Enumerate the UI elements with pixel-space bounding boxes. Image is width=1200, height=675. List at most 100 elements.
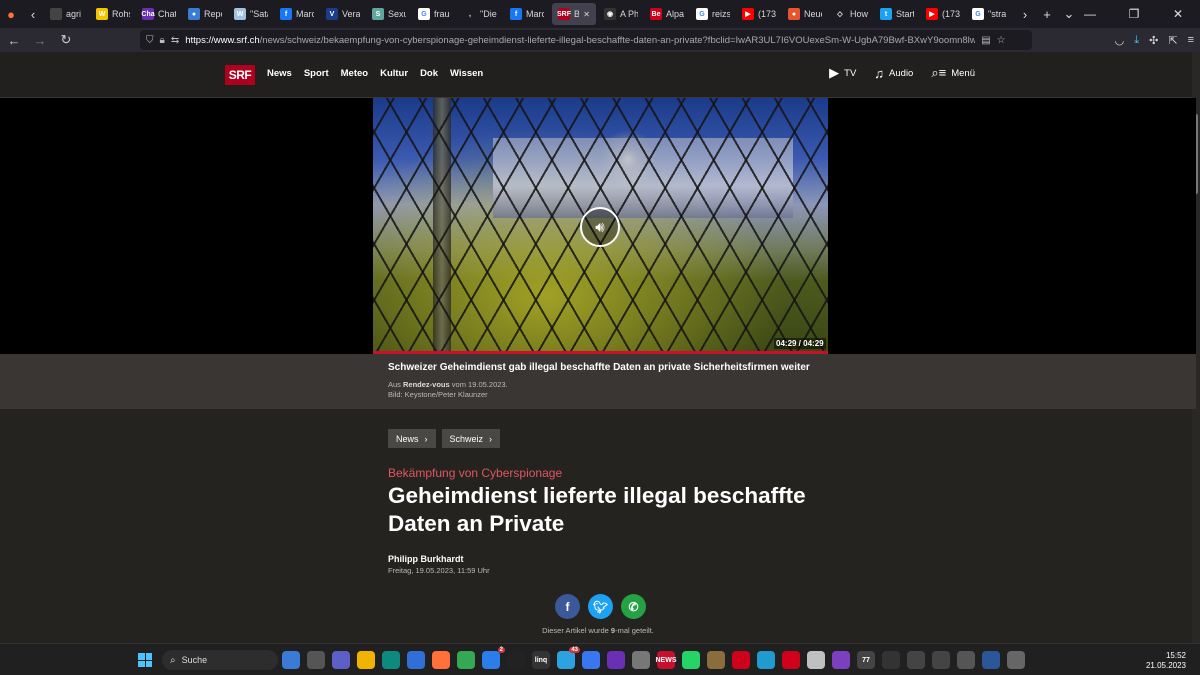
facebook-share-icon[interactable]: f xyxy=(555,594,580,619)
restore-icon[interactable]: ❐ xyxy=(1112,7,1156,21)
terminal-icon[interactable] xyxy=(882,651,900,669)
browser-tab[interactable]: W Rohst xyxy=(90,0,136,28)
unmute-icon[interactable]: 🔊︎ xyxy=(580,207,620,247)
browser-tab[interactable]: SRFBe✕ xyxy=(552,3,596,25)
browser-tab[interactable]: V Vera F xyxy=(320,0,366,28)
tab-scroll-right-icon[interactable]: › xyxy=(1014,7,1036,22)
url-bar[interactable]: ⛉ 🔒︎ ⇆ https://www.srf.ch/news/schweiz/b… xyxy=(140,30,1032,50)
tab-favicon-icon: ◉ xyxy=(604,8,616,20)
close-tab-icon[interactable]: ✕ xyxy=(583,10,590,19)
browser-tab[interactable]: f Marc xyxy=(274,0,320,28)
tab-scroll-left-icon[interactable]: ‹ xyxy=(22,7,44,22)
task-view-icon[interactable] xyxy=(307,651,325,669)
browser-tab[interactable]: Greizst xyxy=(690,0,736,28)
forward-icon[interactable]: → xyxy=(28,33,52,48)
library-icon[interactable] xyxy=(707,651,725,669)
reader-view-icon[interactable]: ▤ xyxy=(981,35,990,46)
app-s-icon[interactable] xyxy=(807,651,825,669)
new-tab-icon[interactable]: + xyxy=(1036,7,1058,22)
srf-logo[interactable]: SRF xyxy=(225,65,255,85)
browser-tab[interactable]: ▶ (1739) xyxy=(736,0,782,28)
whatsapp-icon[interactable] xyxy=(682,651,700,669)
browser-tab[interactable]: Be Alpan xyxy=(644,0,690,28)
linux1-icon[interactable] xyxy=(907,651,925,669)
close-window-icon[interactable]: ✕ xyxy=(1156,7,1200,21)
url-text[interactable]: https://www.srf.ch/news/schweiz/bekaempf… xyxy=(185,35,975,46)
browser-tab[interactable]: W "Satar xyxy=(228,0,274,28)
twitter-share-icon[interactable]: 🐦︎ xyxy=(588,594,613,619)
edge-icon[interactable] xyxy=(382,651,400,669)
app-violet-icon[interactable] xyxy=(832,651,850,669)
caption-source-show[interactable]: Rendez-vous xyxy=(403,380,450,389)
app-gray-icon[interactable] xyxy=(632,651,650,669)
telegram-icon[interactable]: 43 xyxy=(557,647,580,669)
app-active-icon[interactable] xyxy=(1007,651,1025,669)
chrome-icon[interactable] xyxy=(457,651,475,669)
browser-tab[interactable]: Gfrau a xyxy=(412,0,458,28)
bookmark-star-icon[interactable]: ☆ xyxy=(997,35,1006,46)
taskbar-search[interactable]: ⌕ Suche xyxy=(162,650,278,670)
app-menu-icon[interactable]: ≡ xyxy=(1188,34,1194,46)
firefox-icon[interactable] xyxy=(432,651,450,669)
back-icon[interactable]: ← xyxy=(2,33,26,48)
file-explorer-icon[interactable] xyxy=(357,651,375,669)
browser-tab[interactable]: ◉ A Pho xyxy=(598,0,644,28)
pocket-icon[interactable]: ◡ xyxy=(1115,34,1125,47)
nav-item-meteo[interactable]: Meteo xyxy=(341,68,368,79)
app-77-icon[interactable]: 77 xyxy=(857,651,875,669)
nav-item-news[interactable]: News xyxy=(267,68,292,79)
breadcrumb-item-news[interactable]: News › xyxy=(388,429,436,448)
browser-tab[interactable]: ● Repor xyxy=(182,0,228,28)
permissions-icon[interactable]: ⇆ xyxy=(171,35,179,46)
firefox-icon[interactable]: ● xyxy=(0,7,22,22)
browser-tab[interactable]: ChaChati xyxy=(136,0,182,28)
browser-tab[interactable]: S Sexua xyxy=(366,0,412,28)
app-teal-icon[interactable] xyxy=(757,651,775,669)
shield-icon[interactable]: ⛉ xyxy=(146,35,154,46)
taskbar-clock[interactable]: 15:52 21.05.2023 xyxy=(1146,651,1186,671)
tab-favicon-icon: ▶ xyxy=(742,8,754,20)
browser-tab[interactable]: ● Neues xyxy=(782,0,828,28)
app-purple-icon[interactable] xyxy=(607,651,625,669)
widgets-icon[interactable] xyxy=(282,651,300,669)
signal-icon[interactable] xyxy=(582,651,600,669)
app-red-icon[interactable] xyxy=(507,651,525,669)
nav-item-kultur[interactable]: Kultur xyxy=(380,68,408,79)
nav-item-sport[interactable]: Sport xyxy=(304,68,329,79)
browser-tab[interactable]: , "Die Frau xyxy=(458,0,504,28)
tab-favicon-icon: SRF xyxy=(557,8,571,20)
browser-tab[interactable]: ▶ (1739) xyxy=(920,0,966,28)
browser-tab[interactable]: t Starts xyxy=(874,0,920,28)
share-icon[interactable]: ⇱ xyxy=(1168,34,1177,47)
browser-tab[interactable]: G "strate xyxy=(966,0,1012,28)
breadcrumb-item-schweiz[interactable]: Schweiz › xyxy=(441,429,501,448)
mail-icon[interactable]: 2 xyxy=(482,647,505,669)
share-count-suffix: -mal geteilt. xyxy=(615,626,654,635)
app-c-icon[interactable] xyxy=(782,651,800,669)
browser-tab[interactable]: ◇ How t xyxy=(828,0,874,28)
menu-button[interactable]: ⌕≡ Menü xyxy=(931,65,975,81)
browser-tab[interactable]: agri xyxy=(44,0,90,28)
tv-link[interactable]: ▶︎ TV xyxy=(829,65,856,81)
windows-start-icon[interactable] xyxy=(138,653,152,667)
app-tool-icon[interactable] xyxy=(957,651,975,669)
extensions-icon[interactable]: ✣ xyxy=(1149,34,1158,47)
audio-link[interactable]: ♫ Audio xyxy=(874,66,913,81)
lock-icon[interactable]: 🔒︎ xyxy=(160,35,165,46)
store-icon[interactable] xyxy=(407,651,425,669)
linq-icon[interactable]: linq xyxy=(532,651,550,669)
teams-icon[interactable] xyxy=(332,651,350,669)
reload-icon[interactable]: ↻ xyxy=(54,32,78,48)
minimize-icon[interactable]: — xyxy=(1068,7,1112,21)
tab-favicon-icon: f xyxy=(280,8,292,20)
word-icon[interactable] xyxy=(982,651,1000,669)
downloads-icon[interactable]: ⤓ xyxy=(1134,34,1139,47)
linux2-icon[interactable] xyxy=(932,651,950,669)
nav-item-dok[interactable]: Dok xyxy=(420,68,438,79)
nav-item-wissen[interactable]: Wissen xyxy=(450,68,483,79)
app-red2-icon[interactable] xyxy=(732,651,750,669)
browser-tab[interactable]: f Marc xyxy=(504,0,550,28)
whatsapp-share-icon[interactable]: ✆ xyxy=(621,594,646,619)
article-author[interactable]: Philipp Burkhardt xyxy=(388,554,464,564)
news-icon[interactable]: NEWS xyxy=(656,651,677,669)
